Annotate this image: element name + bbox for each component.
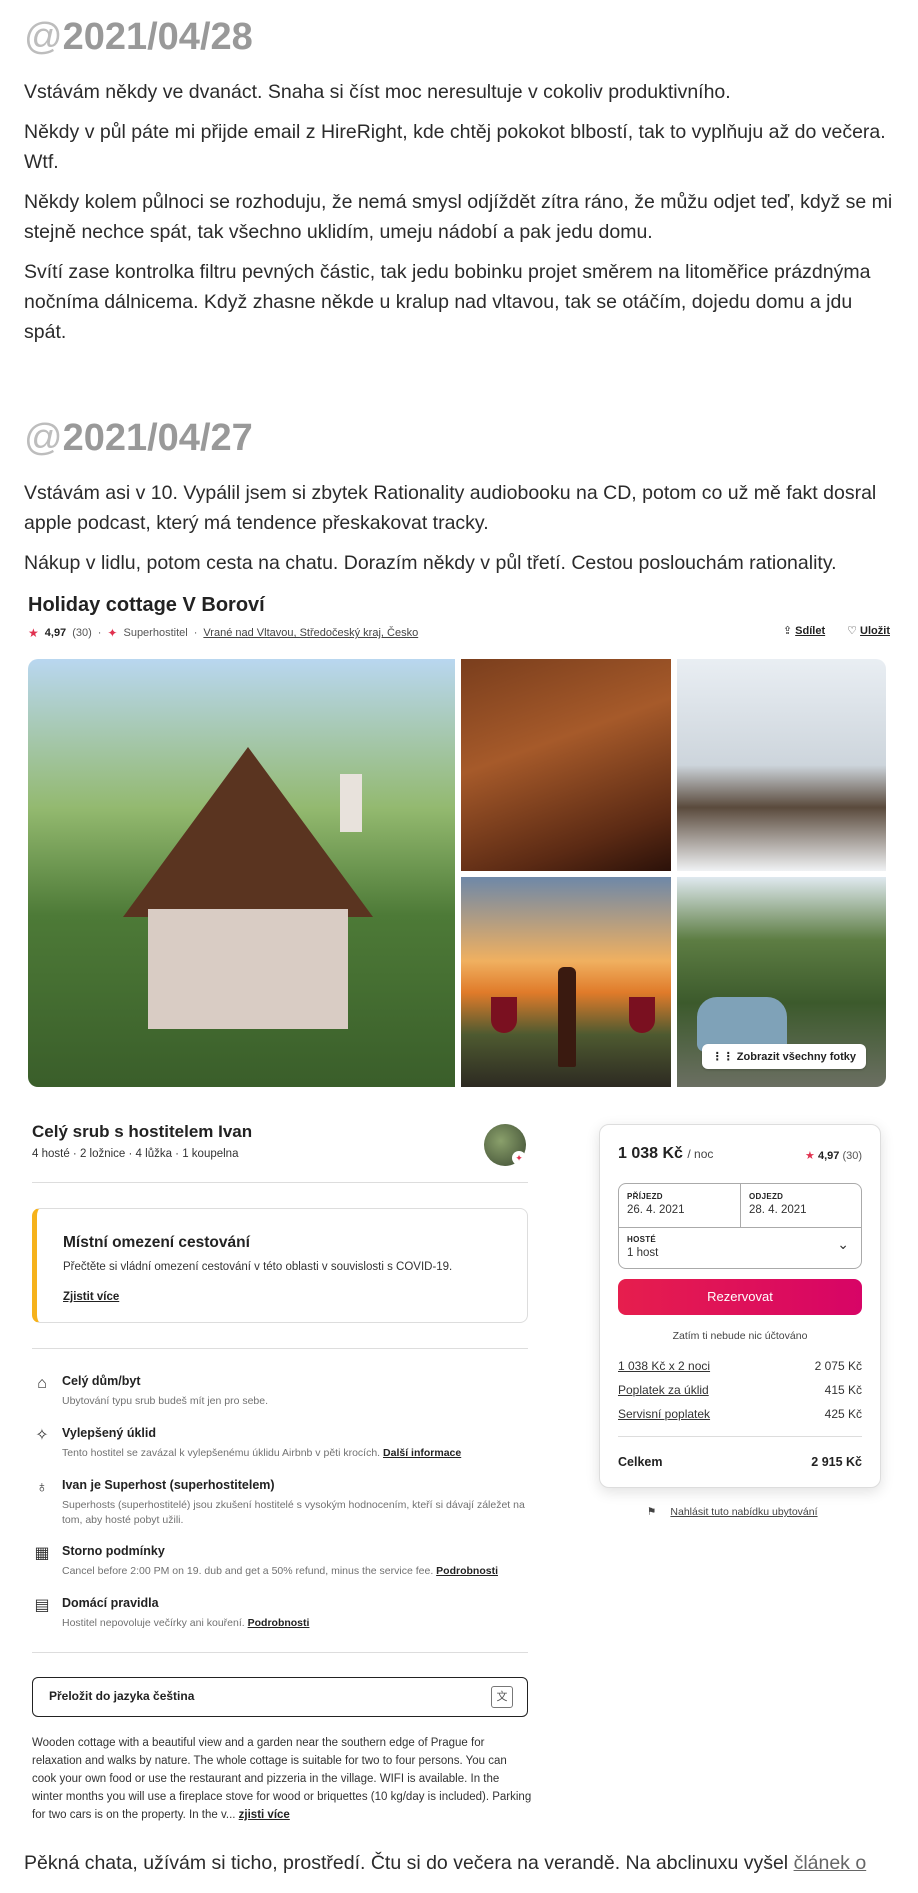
guests-select[interactable]: 1 host <box>627 1247 658 1259</box>
details-link[interactable]: Podrobnosti <box>436 1565 498 1577</box>
read-more-link[interactable]: zjisti více <box>239 1809 290 1821</box>
travel-restriction-alert: Místní omezení cestování Přečtěte si vlá… <box>32 1208 528 1323</box>
entry-date-heading: @2021/04/27 <box>24 417 253 459</box>
entry-date-heading: @2021/04/28 <box>24 16 253 58</box>
star-icon: ★ <box>805 1150 815 1162</box>
paragraph: Vstávám někdy ve dvanáct. Snaha si číst … <box>24 81 731 103</box>
listing-meta: ★ 4,97 (30) · ✦ Superhostitel · Vrané na… <box>28 626 419 640</box>
paragraph: Nákup v lidlu, potom cesta na chatu. Dor… <box>24 552 837 574</box>
listing-description: Wooden cottage with a beautiful view and… <box>32 1737 532 1821</box>
report-listing[interactable]: ⚑ Nahlásit tuto nabídku ubytování <box>647 1506 818 1518</box>
photo-cottage-winter[interactable] <box>677 659 886 871</box>
paragraph: Svítí zase kontrolka filtru pevných část… <box>24 261 871 343</box>
price-line: 1 038 Kč x 2 noci 2 075 Kč <box>618 1359 862 1373</box>
host-subtitle: 4 hosté · 2 ložnice · 4 lůžka · 1 koupel… <box>32 1148 239 1160</box>
checkout-field[interactable]: 28. 4. 2021 <box>749 1204 807 1216</box>
more-info-link[interactable]: Další informace <box>383 1447 461 1459</box>
article-link[interactable]: článek o <box>794 1852 867 1874</box>
translate-button[interactable]: Přeložit do jazyka čeština 文 <box>32 1677 528 1717</box>
no-charge-note: Zatím ti nebude nic účtováno <box>672 1330 808 1342</box>
at-sign: @ <box>24 16 63 58</box>
share-button[interactable]: ⇪ Sdílet <box>783 624 825 637</box>
blog-content: @2021/04/28 Vstávám někdy ve dvanáct. Sn… <box>0 16 918 578</box>
photo-interior[interactable] <box>461 659 671 871</box>
details-link[interactable]: Podrobnosti <box>248 1617 310 1629</box>
chevron-down-icon[interactable]: ⌄ <box>837 1236 849 1253</box>
card-rating: ★ 4,97 (30) <box>805 1150 862 1162</box>
listing-title: Holiday cottage V Boroví <box>28 594 265 616</box>
paragraph: Někdy kolem půlnoci se rozhoduju, že nem… <box>24 191 893 243</box>
calendar-icon: ▦ <box>34 1545 50 1562</box>
paragraph: Někdy v půl páte mi přijde email z HireR… <box>24 121 886 173</box>
checkin-field[interactable]: 26. 4. 2021 <box>627 1204 685 1216</box>
show-all-photos-button[interactable]: ⋮⋮ Zobrazit všechny fotky <box>701 1044 866 1069</box>
medal-icon: ♁ <box>36 1479 48 1496</box>
location-link[interactable]: Vrané nad Vltavou, Středočeský kraj, Čes… <box>203 627 418 639</box>
host-heading: Celý srub s hostitelem Ivan <box>32 1122 253 1141</box>
superhost-badge-icon: ✦ <box>512 1151 526 1165</box>
booking-card: 1 038 Kč / noc ★ 4,97 (30) PŘÍJEZD 26. 4… <box>599 1124 881 1488</box>
sparkle-icon: ✧ <box>35 1427 49 1444</box>
photo-cottage-summer[interactable] <box>28 659 455 1087</box>
home-icon: ⌂ <box>37 1375 47 1392</box>
save-button[interactable]: ♡ Uložit <box>847 624 890 637</box>
paragraph: Vstávám asi v 10. Vypálil jsem si zbytek… <box>24 482 877 534</box>
listing-actions: ⇪ Sdílet ♡ Uložit <box>783 624 890 637</box>
date-guest-picker: PŘÍJEZD 26. 4. 2021 ODJEZD 28. 4. 2021 H… <box>618 1183 862 1269</box>
learn-more-link[interactable]: Zjistit více <box>63 1291 119 1303</box>
photo-gallery[interactable]: ⋮⋮ Zobrazit všechny fotky <box>28 659 886 1087</box>
translate-icon: 文 <box>491 1686 513 1708</box>
star-icon: ★ <box>28 626 39 640</box>
closing-paragraph: Pěkná chata, užívám si ticho, prostředí.… <box>24 1852 867 1874</box>
airbnb-listing-screenshot: Holiday cottage V Boroví ★ 4,97 (30) · ✦… <box>22 586 892 1836</box>
flag-icon: ⚑ <box>647 1506 657 1518</box>
price-line: Servisní poplatek 425 Kč <box>618 1407 862 1421</box>
at-sign: @ <box>24 417 63 459</box>
total-line: Celkem 2 915 Kč <box>618 1455 862 1469</box>
superhost-icon: ✦ <box>107 626 118 640</box>
photo-sunset-wine[interactable] <box>461 877 671 1087</box>
grid-icon: ⋮⋮ <box>711 1051 734 1063</box>
book-icon: ▤ <box>34 1597 50 1614</box>
reserve-button[interactable]: Rezervovat <box>618 1279 862 1315</box>
price-line: Poplatek za úklid 415 Kč <box>618 1383 862 1397</box>
price-per-night: 1 038 Kč / noc <box>618 1145 714 1162</box>
